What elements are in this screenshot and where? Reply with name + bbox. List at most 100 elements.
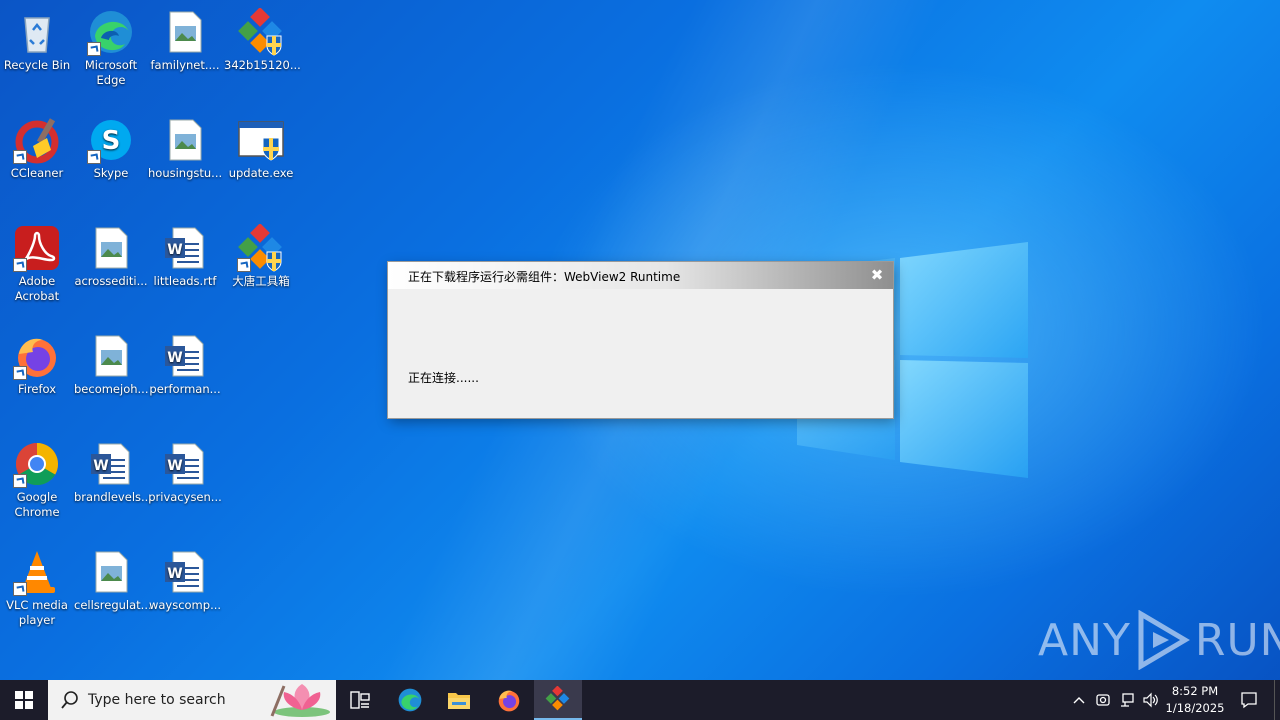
desktop-icon-update-exe[interactable]: update.exe <box>224 108 298 181</box>
desktop-icon-becomejoh[interactable]: becomejoh... <box>74 324 149 397</box>
show-desktop-button[interactable] <box>1274 680 1280 720</box>
desktop-icon-label: acrossediti... <box>74 274 148 288</box>
shortcut-arrow-icon <box>13 258 27 272</box>
taskbar-clock[interactable]: 8:52 PM 1/18/2025 <box>1160 683 1230 717</box>
desktop-icon-familynet[interactable]: familynet.... <box>148 0 222 73</box>
desktop-icon-label: CCleaner <box>10 166 64 180</box>
image-file-icon <box>95 335 128 377</box>
desktop-icon-recycle-bin[interactable]: Recycle Bin <box>0 0 74 73</box>
desktop-icon-ccleaner[interactable]: CCleaner <box>0 108 74 181</box>
desktop-icon-label: 342b15120... <box>224 58 301 72</box>
app-icon <box>545 686 570 711</box>
watermark-text-right: RUN <box>1194 614 1280 666</box>
desktop-icon-vlc[interactable]: VLC media player <box>0 540 74 628</box>
tray-meet-now-button[interactable] <box>1092 680 1114 720</box>
shortcut-arrow-icon <box>87 150 101 164</box>
exe-icon <box>238 121 284 161</box>
tray-volume-button[interactable] <box>1140 680 1162 720</box>
edge-icon <box>398 688 422 712</box>
image-file-icon <box>169 11 202 53</box>
clock-date: 1/18/2025 <box>1165 701 1225 715</box>
image-file-icon <box>169 119 202 161</box>
shortcut-arrow-icon <box>13 366 27 380</box>
recycle-bin-icon <box>24 17 50 53</box>
taskbar-file-explorer-button[interactable] <box>435 680 483 720</box>
chevron-up-icon <box>1073 697 1085 704</box>
desktop-icon-firefox[interactable]: Firefox <box>0 324 74 397</box>
app-icon <box>238 8 282 56</box>
tray-overflow-button[interactable] <box>1068 680 1090 720</box>
desktop-icon-label: littleads.rtf <box>153 274 217 288</box>
desktop-icon-label: Google Chrome <box>14 490 60 519</box>
desktop-icon-label: brandlevels... <box>74 490 152 504</box>
word-file-icon: W <box>165 335 204 377</box>
anyrun-watermark: ANY RUN <box>1038 605 1280 675</box>
desktop-icon-privacysen[interactable]: W privacysen... <box>148 432 222 505</box>
task-view-icon <box>350 691 370 709</box>
image-file-icon <box>95 227 128 269</box>
shortcut-arrow-icon <box>87 42 101 56</box>
svg-text:S: S <box>102 126 121 156</box>
desktop-icon-littleads-rtf[interactable]: W littleads.rtf <box>148 216 222 289</box>
desktop-icon-edge[interactable]: Microsoft Edge <box>74 0 148 88</box>
desktop-icon-label: Adobe Acrobat <box>14 274 60 303</box>
firefox-icon <box>498 690 520 712</box>
word-file-icon: W <box>91 443 130 485</box>
svg-text:W: W <box>167 458 182 474</box>
desktop-icon-label: cellsregulat... <box>74 598 152 612</box>
close-icon[interactable]: ✖ <box>869 267 885 283</box>
desktop-icon-label: familynet.... <box>150 58 220 72</box>
windows-start-icon <box>15 691 33 709</box>
shortcut-arrow-icon <box>13 582 27 596</box>
desktop-icon-label: performan... <box>149 382 221 396</box>
desktop-icon-google-chrome[interactable]: Google Chrome <box>0 432 74 520</box>
desktop-icon-brandlevels[interactable]: W brandlevels... <box>74 432 152 505</box>
webcam-icon <box>1096 694 1110 706</box>
desktop-icon-acrossediti[interactable]: acrossediti... <box>74 216 148 289</box>
shortcut-arrow-icon <box>237 258 251 272</box>
desktop-icon-label: housingstu... <box>148 166 223 180</box>
desktop-icon-cellsregulat[interactable]: cellsregulat... <box>74 540 152 613</box>
task-view-button[interactable] <box>336 680 384 720</box>
shortcut-arrow-icon <box>13 150 27 164</box>
taskbar-edge-button[interactable] <box>386 680 434 720</box>
desktop-icon-342b15120[interactable]: 342b15120... <box>224 0 301 73</box>
desktop-icon-label: Recycle Bin <box>3 58 71 72</box>
notification-icon <box>1241 692 1257 709</box>
network-icon <box>1121 693 1134 707</box>
search-icon <box>61 691 78 709</box>
desktop-icon-label: update.exe <box>228 166 294 180</box>
folder-icon <box>448 693 470 709</box>
desktop-icon-label: Microsoft Edge <box>84 58 138 87</box>
taskbar-search-box[interactable]: Type here to search <box>48 680 336 720</box>
desktop-icon-wayscomp[interactable]: W wayscomp... <box>148 540 222 613</box>
dialog-status-text: 正在连接...... <box>408 371 479 385</box>
search-placeholder: Type here to search <box>88 692 226 708</box>
action-center-button[interactable] <box>1234 680 1264 720</box>
taskbar-app-button[interactable] <box>534 680 582 720</box>
desktop-icon-housingstu[interactable]: housingstu... <box>148 108 222 181</box>
taskbar-firefox-button[interactable] <box>485 680 533 720</box>
svg-text:W: W <box>93 458 108 474</box>
download-dialog: 正在下载程序运行必需组件：WebView2 Runtime ✖ 正在连接....… <box>388 262 893 418</box>
svg-text:W: W <box>167 566 182 582</box>
word-file-icon: W <box>165 551 204 593</box>
desktop-icon-skype[interactable]: S Skype <box>74 108 148 181</box>
watermark-text-left: ANY <box>1038 614 1131 666</box>
tray-network-button[interactable] <box>1116 680 1138 720</box>
desktop-icon-label: 大唐工具箱 <box>232 274 290 288</box>
desktop-icon-datang-toolbox[interactable]: 大唐工具箱 <box>224 216 298 289</box>
desktop-icon-label: becomejoh... <box>74 382 149 396</box>
lotus-flower-icon <box>270 684 330 717</box>
dialog-title: 正在下载程序运行必需组件：WebView2 Runtime <box>408 270 681 284</box>
desktop-icon-performan[interactable]: W performan... <box>148 324 222 397</box>
desktop-icon-adobe-acrobat[interactable]: Adobe Acrobat <box>0 216 74 304</box>
start-button[interactable] <box>0 680 48 720</box>
word-file-icon: W <box>165 227 204 269</box>
desktop-icon-label: Skype <box>93 166 129 180</box>
desktop-icon-label: wayscomp... <box>148 598 222 612</box>
shortcut-arrow-icon <box>13 474 27 488</box>
clock-time: 8:52 PM <box>1171 684 1219 698</box>
svg-text:W: W <box>167 350 182 366</box>
dialog-title-bar[interactable]: 正在下载程序运行必需组件：WebView2 Runtime ✖ <box>388 262 893 289</box>
